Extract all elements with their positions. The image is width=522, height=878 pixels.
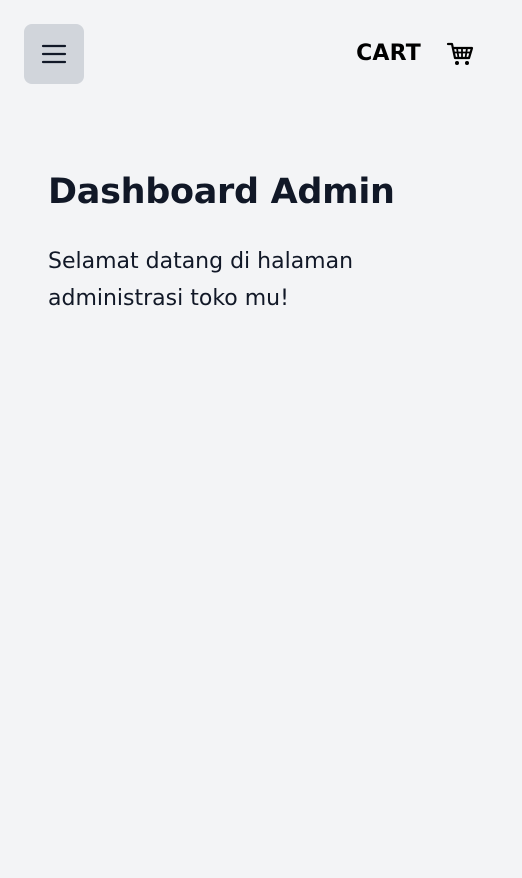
cart-link[interactable]: CART bbox=[356, 36, 474, 72]
main-content: Dashboard Admin Selamat datang di halama… bbox=[48, 168, 478, 317]
page-title: Dashboard Admin bbox=[48, 172, 395, 212]
top-bar: CART bbox=[0, 0, 522, 108]
menu-icon bbox=[41, 44, 67, 64]
cart-icon bbox=[446, 42, 474, 65]
cart-label: CART bbox=[356, 41, 421, 66]
menu-button[interactable] bbox=[24, 24, 84, 84]
welcome-message: Selamat datang di halaman administrasi t… bbox=[48, 249, 354, 311]
